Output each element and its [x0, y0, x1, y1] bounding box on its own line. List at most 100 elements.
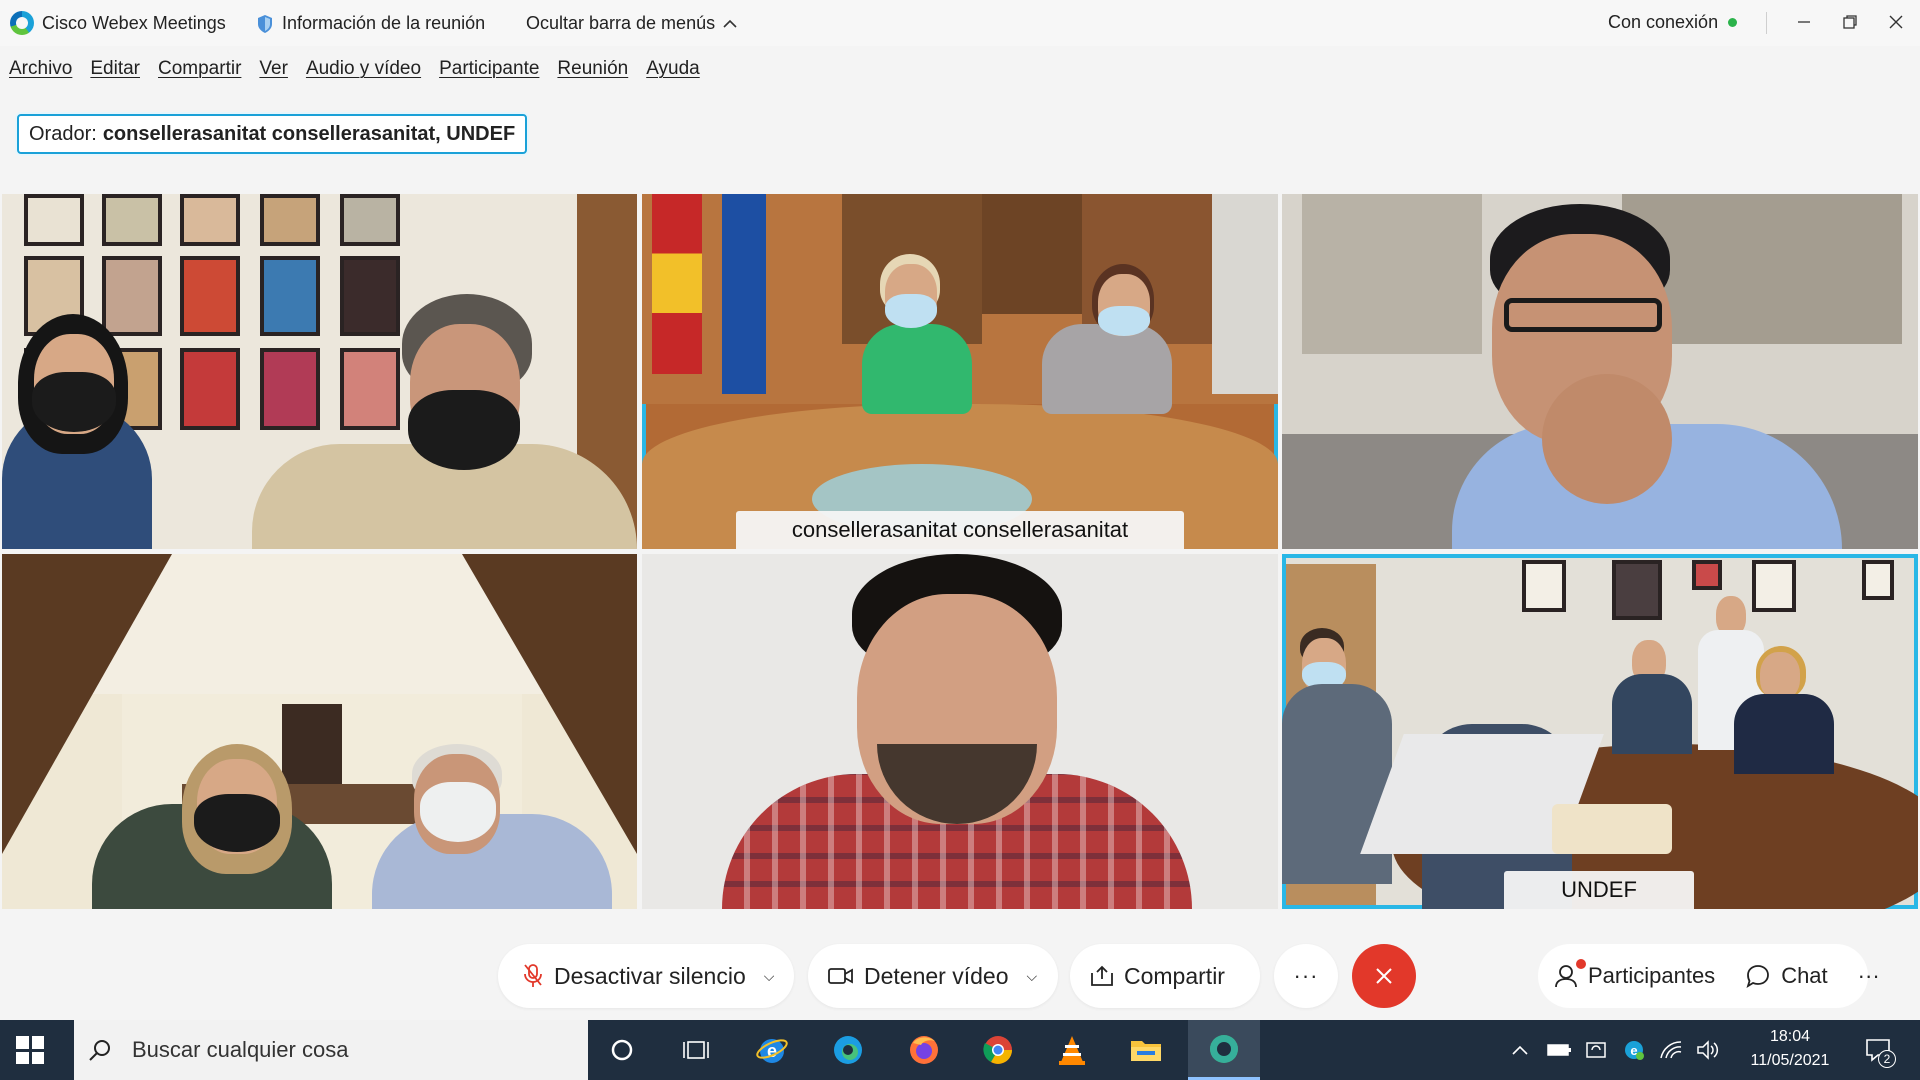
person-face [1760, 652, 1800, 700]
notification-center-icon[interactable]: 2 [1860, 1032, 1896, 1068]
vlc-icon[interactable] [1054, 1032, 1090, 1068]
menu-audio-video[interactable]: Audio y vídeo [306, 58, 421, 80]
hide-menu-button[interactable]: Ocultar barra de menús [526, 13, 737, 34]
face-mask [194, 794, 280, 852]
menu-participante[interactable]: Participante [439, 58, 539, 80]
task-view-glyph-icon [683, 1041, 709, 1059]
chrome-icon[interactable] [980, 1032, 1016, 1068]
face-mask [1098, 306, 1150, 336]
person-body [1282, 684, 1392, 884]
menu-compartir[interactable]: Compartir [158, 58, 241, 80]
video-tile-5[interactable] [642, 554, 1278, 909]
video-camera-icon [828, 968, 853, 984]
face-mask [420, 782, 496, 842]
wall-picture [340, 194, 400, 246]
more-options-icon: ··· [1857, 963, 1880, 988]
more-options-icon: ··· [1293, 963, 1319, 988]
windows-taskbar: Buscar cualquier cosa e e 18:04 11/05/20… [0, 1020, 1920, 1080]
menu-ayuda[interactable]: Ayuda [646, 58, 700, 80]
restore-button[interactable] [1832, 4, 1868, 40]
glasses [1504, 298, 1662, 332]
participants-button[interactable]: Participantes [1554, 959, 1715, 989]
battery-icon[interactable] [1545, 1032, 1575, 1068]
video-tile-1[interactable] [2, 194, 637, 549]
video-tile-3[interactable] [1282, 194, 1918, 549]
wall-picture [340, 348, 400, 430]
wall-picture [260, 194, 320, 246]
app-title: Cisco Webex Meetings [42, 13, 226, 33]
papers [1552, 804, 1672, 854]
menu-archivo[interactable]: Archivo [9, 58, 72, 80]
menu-reunion[interactable]: Reunión [557, 58, 628, 80]
wall-picture [1862, 560, 1894, 600]
wall-painting [1302, 194, 1482, 354]
video-label: UNDEF [1504, 871, 1694, 909]
notification-count-badge: 2 [1878, 1050, 1896, 1068]
right-controls: Participantes Chat ··· [1538, 944, 1880, 1008]
close-icon [1889, 15, 1903, 29]
title-bar: Cisco Webex Meetings Información de la r… [0, 0, 1920, 46]
more-options-button[interactable]: ··· [1274, 944, 1338, 1008]
firefox-icon[interactable] [906, 1032, 942, 1068]
share-label: Compartir [1124, 962, 1225, 989]
search-icon [89, 1040, 110, 1061]
wall-picture [260, 348, 320, 430]
mute-button[interactable]: Desactivar silencio ⌵ [498, 944, 794, 1008]
wall-picture [102, 256, 162, 336]
wall-picture [1612, 560, 1662, 620]
edge-icon[interactable] [830, 1032, 866, 1068]
windows-start-icon[interactable] [16, 1036, 44, 1064]
chevron-down-icon[interactable]: ⌵ [1026, 968, 1037, 985]
hide-menu-label: Ocultar barra de menús [526, 13, 716, 33]
clock-date[interactable]: 11/05/2021 [1740, 1052, 1840, 1070]
wall-picture [340, 256, 400, 336]
wall-picture [1522, 560, 1566, 612]
share-button[interactable]: Compartir [1070, 944, 1260, 1008]
person-body [1612, 674, 1692, 754]
chrome-browser-icon [983, 1036, 1012, 1064]
wall-picture [24, 194, 84, 246]
speaker-names: consellerasanitat consellerasanitat, UND… [102, 122, 516, 145]
mute-label: Desactivar silencio [554, 962, 746, 989]
webex-task-active[interactable] [1188, 1020, 1260, 1080]
webex-tray-icon[interactable]: e [1620, 1032, 1648, 1068]
video-tile-2[interactable]: consellerasanitat consellerasanitat [642, 194, 1278, 549]
more-panels-button[interactable]: ··· [1858, 963, 1880, 989]
tray-chevron-up-icon[interactable] [1510, 1032, 1530, 1068]
restore-icon [1843, 15, 1857, 29]
volume-icon[interactable] [1694, 1032, 1722, 1068]
chat-button[interactable]: Chat [1745, 963, 1828, 989]
shield-icon [258, 14, 272, 33]
cortana-icon[interactable] [604, 1032, 640, 1068]
video-tile-6[interactable]: UNDEF [1282, 554, 1918, 909]
chat-icon [1746, 965, 1770, 988]
search-placeholder: Buscar cualquier cosa [132, 1037, 349, 1062]
notification-dot-icon [1576, 959, 1586, 969]
sync-icon[interactable] [1583, 1032, 1611, 1068]
wifi-icon[interactable] [1657, 1032, 1685, 1068]
menu-ver[interactable]: Ver [259, 58, 288, 80]
minimize-button[interactable] [1786, 4, 1822, 40]
menu-editar[interactable]: Editar [90, 58, 140, 80]
stop-video-button[interactable]: Detener vídeo ⌵ [808, 944, 1058, 1008]
clock-time[interactable]: 18:04 [1740, 1028, 1840, 1046]
close-window-button[interactable] [1878, 4, 1914, 40]
explorer-icon[interactable] [1128, 1032, 1164, 1068]
wall-picture [180, 348, 240, 430]
video-tile-4[interactable] [2, 554, 637, 909]
vlc-player-icon [1059, 1036, 1085, 1065]
minimize-icon [1798, 21, 1810, 23]
person-body [1042, 324, 1172, 414]
ie-icon[interactable]: e [754, 1032, 790, 1068]
face-mask [408, 390, 520, 470]
meeting-info-button[interactable]: Información de la reunión [256, 13, 485, 34]
cortana-circle-icon [611, 1039, 633, 1061]
video-label: consellerasanitat consellerasanitat [736, 511, 1184, 549]
chevron-down-icon[interactable]: ⌵ [764, 968, 775, 985]
close-icon [1376, 968, 1392, 984]
end-meeting-button[interactable] [1352, 944, 1416, 1008]
active-speaker-indicator: Orador: consellerasanitat consellerasani… [17, 114, 528, 154]
taskbar-search-input[interactable]: Buscar cualquier cosa [74, 1020, 588, 1080]
task-view-icon[interactable] [678, 1032, 714, 1068]
person-body [1734, 694, 1834, 774]
